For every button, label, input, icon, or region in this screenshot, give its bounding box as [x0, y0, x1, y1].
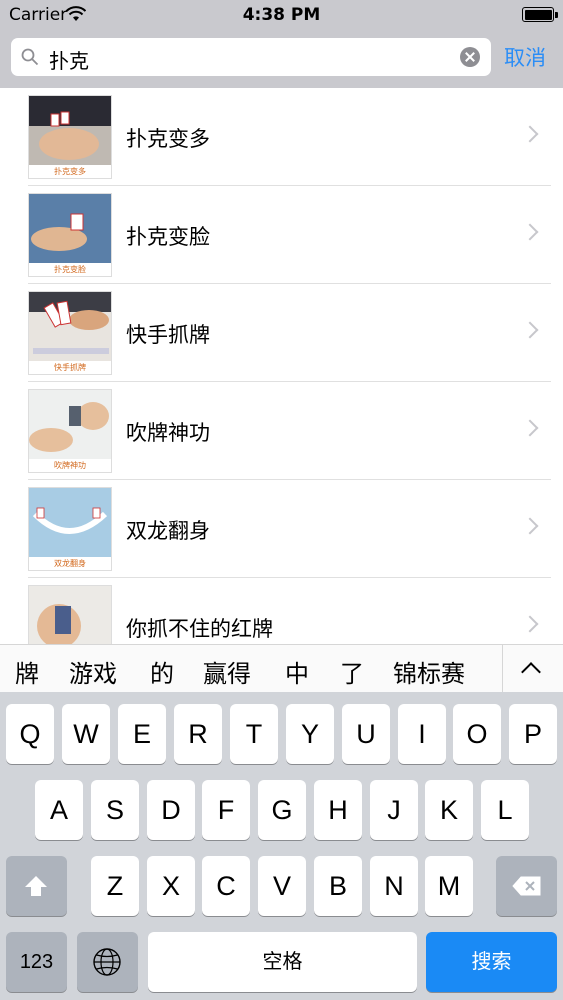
shift-key[interactable] [6, 856, 67, 916]
list-item[interactable]: 扑克变多 扑克变多 [0, 88, 563, 186]
key-l[interactable]: L [481, 780, 529, 840]
list-item[interactable]: 吹牌神功 吹牌神功 [0, 382, 563, 480]
thumbnail: 吹牌神功 [28, 389, 112, 473]
candidate-word[interactable]: 中 [285, 654, 309, 689]
list-item-title: 快手抓牌 [126, 323, 210, 347]
list-item-title: 吹牌神功 [126, 421, 210, 445]
list-item[interactable]: 你抓不住的红牌 [0, 578, 563, 644]
thumbnail: 双龙翻身 [28, 487, 112, 571]
chevron-right-icon [521, 321, 539, 339]
candidate-word[interactable]: 锦标赛 [393, 654, 465, 689]
list-item[interactable]: 扑克变脸 扑克变脸 [0, 186, 563, 284]
candidate-word[interactable]: 了 [340, 654, 364, 689]
thumbnail: 扑克变多 [28, 95, 112, 179]
key-o[interactable]: O [453, 704, 501, 764]
key-c[interactable]: C [202, 856, 250, 916]
key-b[interactable]: B [314, 856, 362, 916]
delete-icon [512, 876, 541, 896]
globe-icon [93, 948, 121, 976]
search-field[interactable]: 扑克 [11, 38, 491, 76]
key-n[interactable]: N [370, 856, 418, 916]
key-v[interactable]: V [258, 856, 306, 916]
key-z[interactable]: Z [91, 856, 139, 916]
candidate-word[interactable]: 牌 [15, 654, 39, 689]
key-s[interactable]: S [91, 780, 139, 840]
key-d[interactable]: D [147, 780, 195, 840]
key-y[interactable]: Y [286, 704, 334, 764]
key-r[interactable]: R [174, 704, 222, 764]
battery-icon [522, 7, 558, 22]
thumbnail [28, 585, 112, 644]
thumbnail-caption: 扑克变多 [29, 165, 111, 178]
space-key[interactable]: 空格 [148, 932, 417, 992]
keyboard: Q W E R T Y U I O P A S D F G H J K L Z … [0, 692, 563, 1000]
key-f[interactable]: F [202, 780, 250, 840]
globe-key[interactable] [77, 932, 138, 992]
list-item-title: 扑克变多 [126, 127, 210, 151]
search-input[interactable]: 扑克 [49, 45, 89, 74]
thumbnail-caption: 扑克变脸 [29, 263, 111, 276]
key-t[interactable]: T [230, 704, 278, 764]
candidate-word[interactable]: 游戏 [69, 654, 117, 689]
status-time: 4:38 PM [242, 5, 321, 25]
key-g[interactable]: G [258, 780, 306, 840]
status-bar: Carrier 4:38 PM [0, 0, 563, 30]
key-u[interactable]: U [342, 704, 390, 764]
chevron-right-icon [521, 125, 539, 143]
chevron-right-icon [521, 615, 539, 633]
candidate-word[interactable]: 的 [150, 654, 174, 689]
key-k[interactable]: K [425, 780, 473, 840]
key-i[interactable]: I [398, 704, 446, 764]
search-icon [21, 48, 39, 66]
thumbnail-caption: 双龙翻身 [29, 557, 111, 570]
key-h[interactable]: H [314, 780, 362, 840]
key-a[interactable]: A [35, 780, 83, 840]
key-m[interactable]: M [425, 856, 473, 916]
thumbnail: 扑克变脸 [28, 193, 112, 277]
shift-icon [25, 876, 47, 896]
numbers-key[interactable]: 123 [6, 932, 67, 992]
chevron-right-icon [521, 517, 539, 535]
candidate-bar: 牌 游戏 的 赢得 中 了 锦标赛 [0, 644, 563, 693]
key-j[interactable]: J [370, 780, 418, 840]
key-w[interactable]: W [62, 704, 110, 764]
list-item[interactable]: 双龙翻身 双龙翻身 [0, 480, 563, 578]
key-e[interactable]: E [118, 704, 166, 764]
delete-key[interactable] [496, 856, 557, 916]
chevron-up-icon[interactable] [521, 662, 541, 682]
results-list: 扑克变多 扑克变多 扑克变脸 扑克变脸 快手抓牌 快手抓牌 吹牌神功 吹牌神功 … [0, 88, 563, 644]
chevron-right-icon [521, 223, 539, 241]
clear-icon[interactable] [460, 47, 480, 67]
key-p[interactable]: P [509, 704, 557, 764]
list-item-title: 扑克变脸 [126, 225, 210, 249]
key-q[interactable]: Q [6, 704, 54, 764]
thumbnail: 快手抓牌 [28, 291, 112, 375]
list-item-title: 双龙翻身 [126, 519, 210, 543]
thumbnail-caption: 吹牌神功 [29, 459, 111, 472]
search-header: Carrier 4:38 PM 扑克 取消 [0, 0, 563, 88]
candidate-word[interactable]: 赢得 [203, 654, 251, 689]
search-key[interactable]: 搜索 [426, 932, 557, 992]
list-item[interactable]: 快手抓牌 快手抓牌 [0, 284, 563, 382]
thumbnail-caption: 快手抓牌 [29, 361, 111, 374]
cancel-button[interactable]: 取消 [504, 42, 546, 72]
chevron-right-icon [521, 419, 539, 437]
list-item-title: 你抓不住的红牌 [126, 617, 273, 641]
key-x[interactable]: X [147, 856, 195, 916]
